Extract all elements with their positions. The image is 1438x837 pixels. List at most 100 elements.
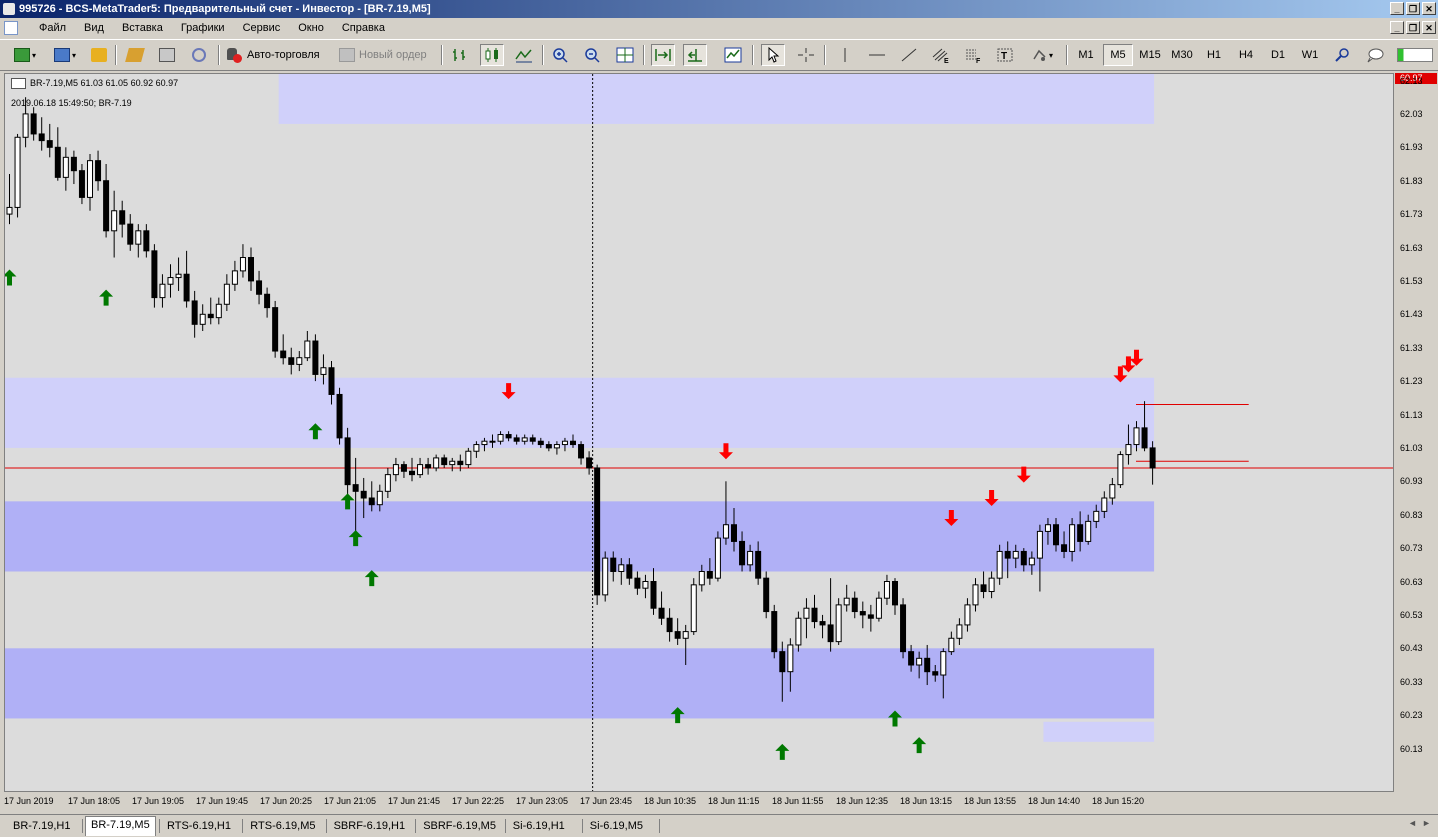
new-order-button[interactable]: Новый ордер [339,44,439,66]
candle-body [296,357,303,365]
candle-body [658,607,665,619]
text-label-tool-button[interactable]: T [993,44,1017,66]
connection-status[interactable] [1395,44,1435,66]
timeframe-w1-button[interactable]: W1 [1295,44,1325,66]
candle [449,457,456,472]
line-chart-button[interactable] [512,44,536,66]
candle [54,127,61,181]
timeframe-m5-button[interactable]: M5 [1103,44,1133,66]
chart-tab[interactable]: SBRF-6.19,M5 [418,818,501,834]
price-axis-label: 61.23 [1400,376,1423,387]
navigator-icon [125,48,145,62]
candle-body [62,156,69,178]
minimize-button[interactable]: _ [1390,2,1404,15]
mdi-close-button[interactable]: ✕ [1422,21,1436,34]
menu-view[interactable]: Вид [75,18,113,38]
menu-insert[interactable]: Вставка [113,18,172,38]
candle-body [747,550,754,566]
time-axis-label: 17 Jun 23:05 [516,796,569,806]
candle [30,107,37,141]
candle [199,304,206,331]
vertical-line-tool-button[interactable] [833,44,857,66]
cursor-tool-button[interactable] [761,44,785,66]
candle-body [489,440,496,443]
toolbox-button[interactable] [155,44,179,66]
horizontal-line-tool-button[interactable] [865,44,889,66]
candle-body [103,180,110,232]
tab-scroll-right-icon[interactable]: ► [1422,818,1431,828]
tile-windows-button[interactable] [613,44,637,66]
timeframe-d1-button[interactable]: D1 [1263,44,1293,66]
price-axis[interactable]: 60.97 62.13 62.03 61.93 61.83 61.73 61.63 61.5… [1394,73,1438,792]
mdi-minimize-button[interactable]: _ [1390,21,1404,34]
candle-body [714,537,721,579]
svg-text:E: E [944,58,949,63]
price-chart[interactable] [5,74,1393,791]
timeframe-m1-button[interactable]: M1 [1071,44,1101,66]
timeframe-h4-button[interactable]: H4 [1231,44,1261,66]
candle-body [223,283,230,305]
zoom-out-button[interactable] [581,44,605,66]
navigator-button[interactable] [123,44,147,66]
window-title: 995726 - BCS-MetaTrader5: Предварительны… [19,3,431,15]
menu-window[interactable]: Окно [289,18,333,38]
signals-button[interactable] [187,44,211,66]
chart-shift-button[interactable] [683,44,707,66]
price-axis-label: 61.63 [1400,242,1423,253]
tab-scroll-left-icon[interactable]: ◄ [1408,818,1417,828]
candle-body [70,156,77,172]
candle-body [626,564,633,579]
candle-body [763,577,770,613]
tab-separator [325,819,327,833]
new-chart-button[interactable]: ▾ [8,44,42,66]
time-axis-label: 17 Jun 20:25 [260,796,313,806]
candle-body [779,651,786,673]
bar-chart-button[interactable] [448,44,472,66]
candle-body [1028,557,1035,566]
candlestick-icon [485,48,498,62]
chart-tab[interactable]: Si-6.19,H1 [508,818,570,834]
chart-area[interactable]: BR-7.19,M5 61.03 61.05 60.92 60.97 2019.… [4,73,1394,792]
timeframe-m15-button[interactable]: M15 [1135,44,1165,66]
search-button[interactable] [1331,44,1355,66]
chart-menu-icon[interactable] [11,78,26,90]
autotrading-button[interactable]: Авто-торговля [225,44,335,66]
trend-line-tool-button[interactable] [897,44,921,66]
chart-tab[interactable]: RTS-6.19,H1 [162,818,236,834]
candle-body [111,210,118,232]
equidistant-channel-tool-button[interactable]: E [929,44,953,66]
svg-text:T: T [1001,51,1007,62]
restore-button[interactable]: ❐ [1406,2,1420,15]
zoom-in-icon [553,48,568,63]
chart-tab[interactable]: Si-6.19,M5 [585,818,648,834]
menu-charts[interactable]: Графики [172,18,234,38]
chart-tab[interactable]: BR-7.19,M5 [85,816,156,836]
candlestick-chart-button[interactable] [480,44,504,66]
auto-scroll-button[interactable] [651,44,675,66]
horizontal-line-icon [869,54,885,56]
fibonacci-tool-button[interactable]: F [961,44,985,66]
indicators-button[interactable] [721,44,745,66]
close-button[interactable]: ✕ [1422,2,1436,15]
profiles-button[interactable]: ▾ [48,44,82,66]
line-chart-icon [515,49,532,63]
menu-file[interactable]: Файл [30,18,75,38]
chat-button[interactable] [1363,44,1387,66]
menu-help[interactable]: Справка [333,18,394,38]
timeframe-h1-button[interactable]: H1 [1199,44,1229,66]
time-axis[interactable]: 17 Jun 2019 17 Jun 18:05 17 Jun 19:05 17 Ju… [0,792,1394,812]
time-axis-label: 18 Jun 12:35 [836,796,889,806]
market-watch-button[interactable] [87,44,111,66]
chart-tab[interactable]: RTS-6.19,M5 [245,818,320,834]
candle-body [755,550,762,579]
chart-tab[interactable]: SBRF-6.19,H1 [329,818,411,834]
mdi-restore-button[interactable]: ❐ [1406,21,1420,34]
timeframe-m30-button[interactable]: M30 [1167,44,1197,66]
candle-body [851,597,858,613]
crosshair-tool-button[interactable] [794,44,818,66]
chart-tab[interactable]: BR-7.19,H1 [8,818,75,834]
shapes-tool-button[interactable]: ▾ [1025,44,1059,66]
zoom-in-button[interactable] [549,44,573,66]
menu-tools[interactable]: Сервис [234,18,290,38]
chart-window-icon[interactable] [4,21,18,35]
